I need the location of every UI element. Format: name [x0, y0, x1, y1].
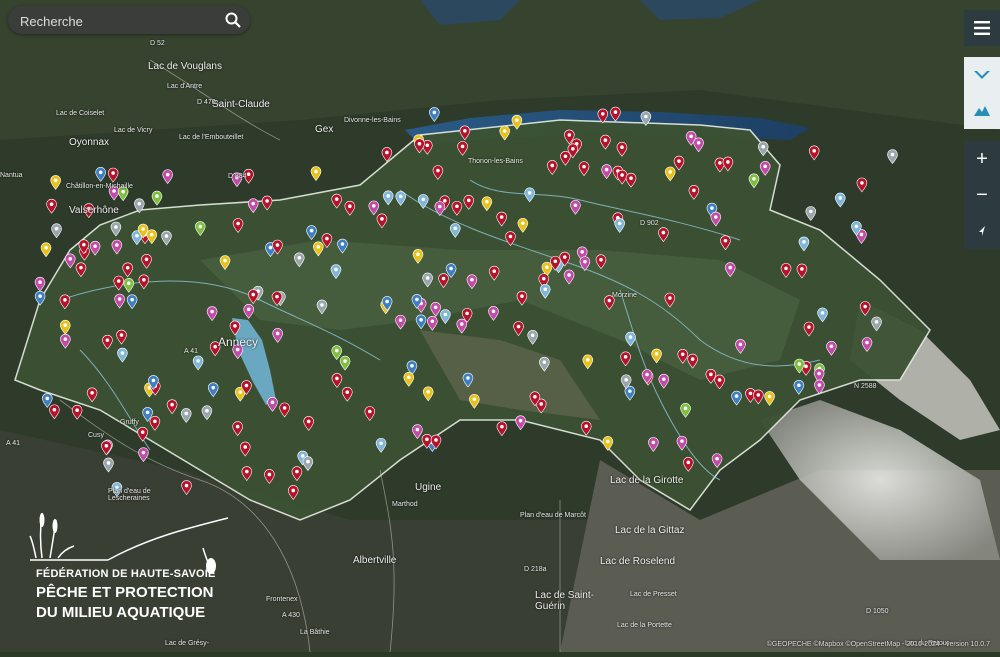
logo-line-2: PÊCHE ET PROTECTION	[36, 584, 214, 601]
view-3d-icon	[974, 106, 990, 116]
search-input[interactable]	[8, 6, 222, 36]
federation-logo: FÉDÉRATION DE HAUTE-SAVOIE PÊCHE ET PROT…	[28, 508, 238, 638]
zoom-out-button[interactable]: −	[964, 177, 1000, 213]
compass-button[interactable]	[964, 213, 1000, 249]
compass-icon	[979, 226, 985, 236]
view-3d-button[interactable]	[964, 93, 1000, 129]
search-icon[interactable]	[224, 11, 242, 29]
logo-line-3: DU MILIEU AQUATIQUE	[36, 604, 206, 621]
logo-line-1: FÉDÉRATION DE HAUTE-SAVOIE	[36, 568, 216, 580]
menu-button[interactable]	[964, 10, 1000, 46]
menu-icon	[974, 21, 990, 35]
view-2d-icon	[974, 71, 990, 79]
map-attribution: ©GEOPECHE ©Mapbox ©OpenStreetMap - 2016-…	[766, 641, 990, 648]
zoom-in-button[interactable]: +	[964, 141, 1000, 177]
view-2d-button[interactable]	[964, 57, 1000, 93]
search-bar[interactable]	[8, 6, 250, 36]
